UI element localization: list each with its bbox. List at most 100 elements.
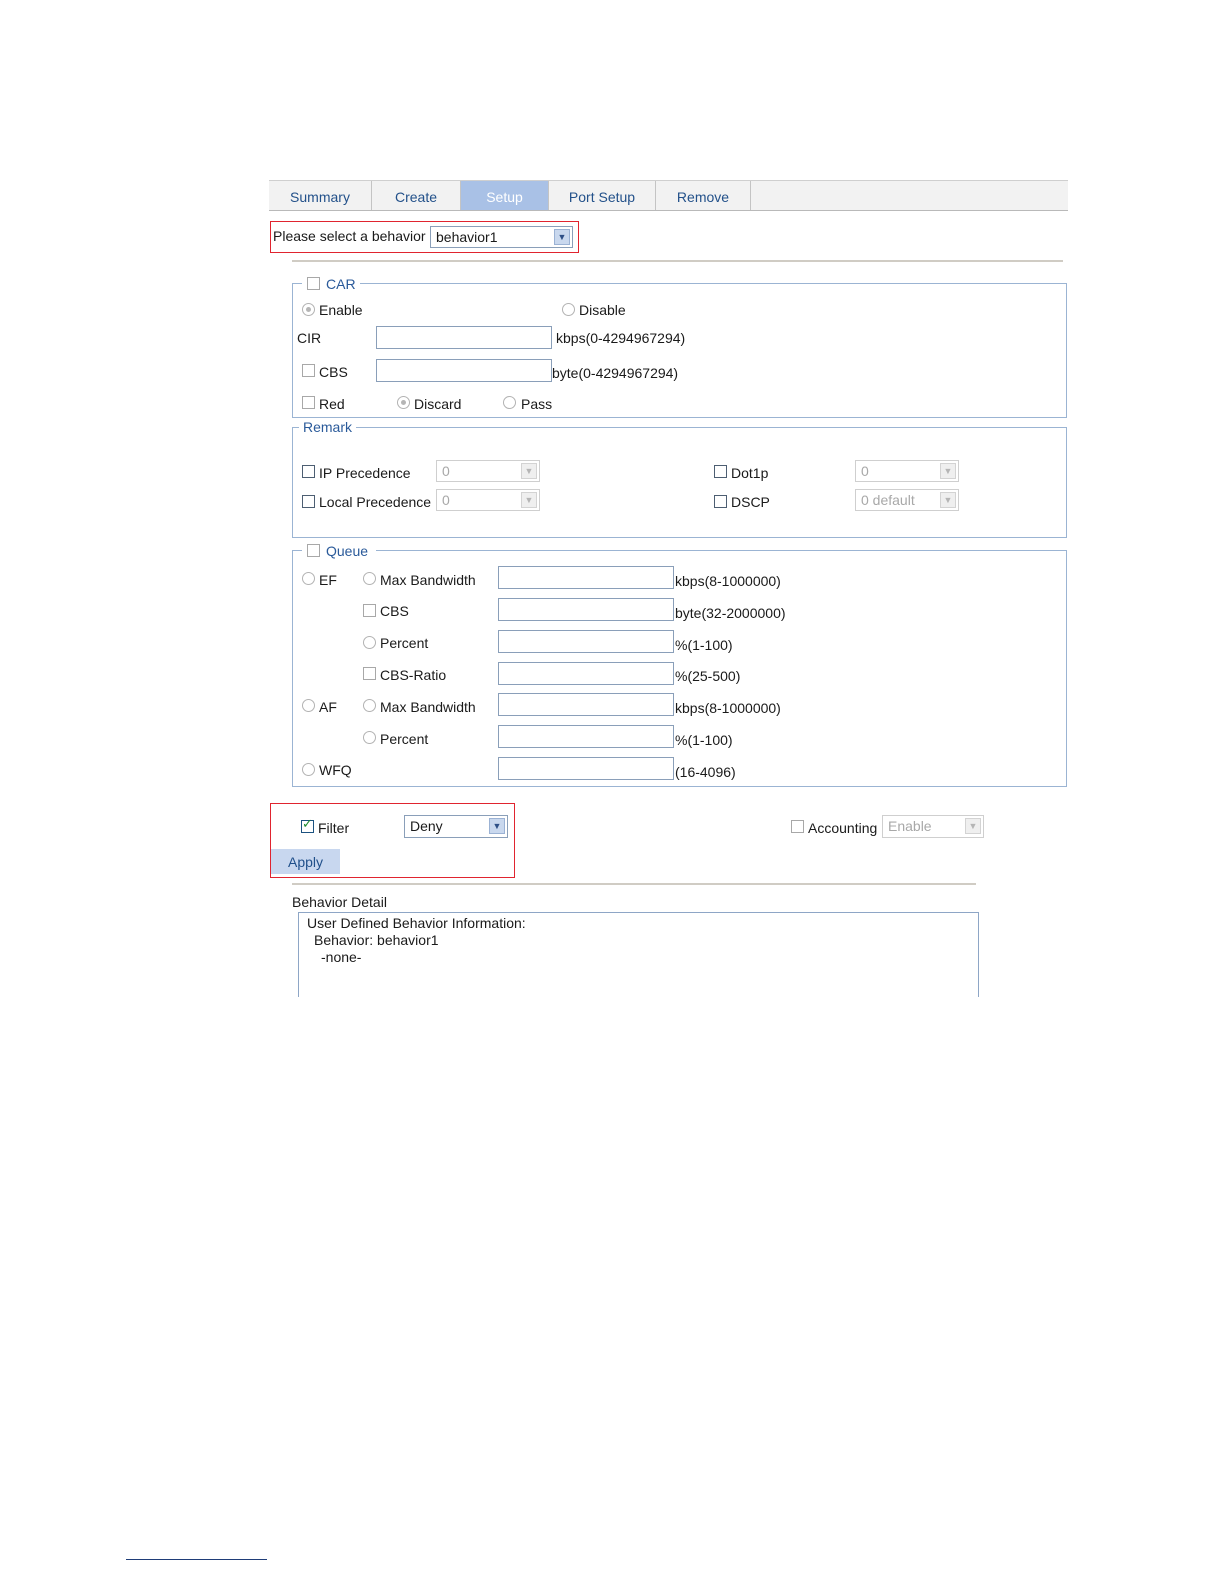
- pass-radio[interactable]: [503, 396, 516, 409]
- ef-cbs-label: CBS: [380, 603, 409, 619]
- af-radio[interactable]: [302, 699, 315, 712]
- af-max-bandwidth-range: kbps(8-1000000): [675, 700, 781, 716]
- dot1p-value: 0: [861, 463, 869, 479]
- chevron-down-icon: ▼: [521, 492, 537, 508]
- ef-cbs-ratio-checkbox[interactable]: [363, 667, 376, 680]
- ef-max-bandwidth-label: Max Bandwidth: [380, 572, 476, 588]
- accounting-select[interactable]: Enable ▼: [882, 815, 984, 838]
- dscp-checkbox[interactable]: [714, 495, 727, 508]
- cir-input[interactable]: [376, 326, 552, 349]
- behavior-select[interactable]: behavior1 ▼: [430, 226, 573, 248]
- ef-cbs-ratio-range: %(25-500): [675, 668, 741, 684]
- car-label: CAR: [326, 276, 356, 292]
- car-disable-radio[interactable]: [562, 303, 575, 316]
- wfq-label: WFQ: [319, 762, 352, 778]
- remark-legend: Remark: [299, 419, 357, 435]
- behavior-detail-box: User Defined Behavior Information: Behav…: [298, 912, 979, 997]
- filter-checkbox[interactable]: [301, 817, 314, 833]
- tab-bar: Summary Create Setup Port Setup Remove: [269, 180, 1068, 211]
- chevron-down-icon: ▼: [940, 492, 956, 508]
- dot1p-select[interactable]: 0 ▼: [855, 460, 959, 482]
- af-max-bandwidth-label: Max Bandwidth: [380, 699, 476, 715]
- discard-radio[interactable]: [397, 396, 410, 409]
- ef-cbs-checkbox[interactable]: [363, 604, 376, 617]
- accounting-select-value: Enable: [888, 818, 932, 834]
- cbs-label: CBS: [319, 364, 348, 380]
- wfq-range: (16-4096): [675, 764, 736, 780]
- dot1p-label: Dot1p: [731, 465, 769, 481]
- ef-cbs-ratio-label: CBS-Ratio: [380, 667, 447, 683]
- detail-line: -none-: [321, 949, 362, 965]
- af-percent-range: %(1-100): [675, 732, 733, 748]
- af-label: AF: [319, 699, 337, 715]
- behavior-select-label: Please select a behavior: [273, 228, 426, 244]
- dscp-value: 0 default: [861, 492, 915, 508]
- af-percent-radio[interactable]: [363, 731, 376, 744]
- detail-line: Behavior: behavior1: [314, 932, 439, 948]
- af-max-bandwidth-input[interactable]: [498, 693, 674, 716]
- filter-label: Filter: [318, 820, 350, 836]
- cbs-checkbox[interactable]: [302, 364, 315, 377]
- tab-setup[interactable]: Setup: [461, 181, 549, 210]
- filter-select[interactable]: Deny ▼: [404, 815, 508, 838]
- detail-line: User Defined Behavior Information:: [307, 915, 526, 931]
- dot1p-checkbox[interactable]: [714, 465, 727, 478]
- car-enable-radio[interactable]: [302, 303, 315, 316]
- tab-remove[interactable]: Remove: [656, 181, 751, 210]
- af-max-bandwidth-radio[interactable]: [363, 699, 376, 712]
- ef-max-bandwidth-input[interactable]: [498, 566, 674, 589]
- ip-precedence-select[interactable]: 0 ▼: [436, 460, 540, 482]
- car-disable-label: Disable: [579, 302, 626, 318]
- local-precedence-checkbox[interactable]: [302, 495, 315, 508]
- queue-checkbox[interactable]: [307, 544, 320, 557]
- ef-radio[interactable]: [302, 572, 315, 585]
- tab-port-setup[interactable]: Port Setup: [549, 181, 656, 210]
- dscp-select[interactable]: 0 default ▼: [855, 489, 959, 511]
- ef-cbs-ratio-input[interactable]: [498, 662, 674, 685]
- wfq-radio[interactable]: [302, 763, 315, 776]
- ip-precedence-checkbox[interactable]: [302, 465, 315, 478]
- divider: [292, 260, 1063, 262]
- chevron-down-icon: ▼: [940, 463, 956, 479]
- local-precedence-value: 0: [442, 492, 450, 508]
- queue-legend: Queue: [302, 543, 376, 559]
- chevron-down-icon: ▼: [554, 229, 570, 245]
- divider: [292, 883, 976, 885]
- ef-cbs-range: byte(32-2000000): [675, 605, 786, 621]
- red-label: Red: [319, 396, 345, 412]
- footnote-separator: [126, 1559, 267, 1560]
- ef-max-bandwidth-radio[interactable]: [363, 572, 376, 585]
- tab-summary[interactable]: Summary: [269, 181, 372, 210]
- ef-percent-input[interactable]: [498, 630, 674, 653]
- cbs-input[interactable]: [376, 359, 552, 382]
- ef-percent-label: Percent: [380, 635, 429, 651]
- ef-percent-radio[interactable]: [363, 636, 376, 649]
- remark-fieldset: [292, 427, 1067, 538]
- filter-select-value: Deny: [410, 818, 443, 834]
- tab-create[interactable]: Create: [372, 181, 461, 210]
- wfq-input[interactable]: [498, 757, 674, 780]
- ip-precedence-label: IP Precedence: [319, 465, 411, 481]
- apply-button[interactable]: Apply: [271, 849, 340, 874]
- discard-label: Discard: [414, 396, 462, 412]
- chevron-down-icon: ▼: [521, 463, 537, 479]
- car-enable-label: Enable: [319, 302, 363, 318]
- red-checkbox[interactable]: [302, 396, 315, 409]
- local-precedence-select[interactable]: 0 ▼: [436, 489, 540, 511]
- cbs-range: byte(0-4294967294): [552, 365, 679, 381]
- queue-label: Queue: [326, 543, 369, 559]
- af-percent-label: Percent: [380, 731, 429, 747]
- accounting-label: Accounting: [808, 820, 878, 836]
- af-percent-input[interactable]: [498, 725, 674, 748]
- ef-cbs-input[interactable]: [498, 598, 674, 621]
- cir-label: CIR: [297, 330, 322, 346]
- accounting-checkbox[interactable]: [791, 820, 804, 833]
- ip-precedence-value: 0: [442, 463, 450, 479]
- behavior-detail-title: Behavior Detail: [292, 894, 387, 910]
- ef-max-bandwidth-range: kbps(8-1000000): [675, 573, 781, 589]
- dscp-label: DSCP: [731, 494, 770, 510]
- ef-label: EF: [319, 572, 337, 588]
- car-legend: CAR: [302, 276, 360, 292]
- pass-label: Pass: [521, 396, 553, 412]
- car-checkbox[interactable]: [307, 277, 320, 290]
